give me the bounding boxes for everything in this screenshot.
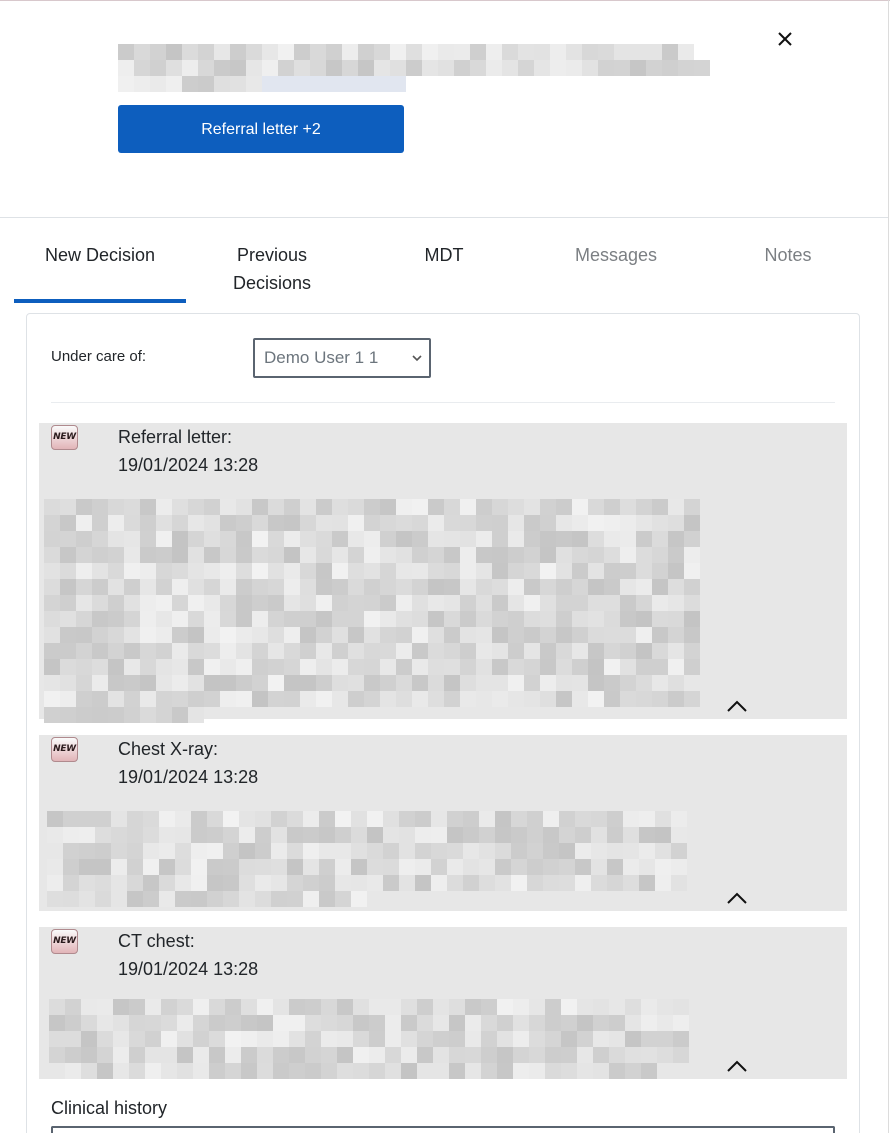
new-badge-icon: NEW bbox=[51, 737, 78, 762]
new-badge-icon: NEW bbox=[51, 425, 78, 450]
document-chest-xray: NEW Chest X-ray: 19/01/2024 13:28 bbox=[39, 735, 847, 911]
referral-letter-button[interactable]: Referral letter +2 bbox=[118, 105, 404, 153]
tab-previous-decisions[interactable]: Previous Decisions bbox=[186, 219, 358, 303]
section-divider bbox=[51, 402, 835, 403]
chevron-up-icon[interactable] bbox=[725, 890, 749, 906]
new-badge-icon: NEW bbox=[51, 929, 78, 954]
chevron-up-icon[interactable] bbox=[725, 698, 749, 714]
document-title: CT chest: bbox=[118, 931, 195, 951]
close-button[interactable] bbox=[771, 25, 799, 53]
document-date: 19/01/2024 13:28 bbox=[118, 767, 259, 787]
close-icon bbox=[778, 32, 792, 46]
clinical-history-input[interactable] bbox=[51, 1126, 835, 1133]
under-care-value: Demo User 1 1 bbox=[264, 348, 379, 367]
tab-new-decision[interactable]: New Decision bbox=[14, 219, 186, 303]
document-referral-letter: NEW Referral letter: 19/01/2024 13:28 bbox=[39, 423, 847, 723]
document-ct-chest: NEW CT chest: 19/01/2024 13:28 bbox=[39, 927, 847, 1079]
document-title: Referral letter: bbox=[118, 427, 233, 447]
window-right-border bbox=[888, 0, 889, 1133]
redacted-document-text bbox=[49, 999, 689, 1079]
redacted-document-text bbox=[44, 499, 700, 723]
redacted-document-text bbox=[47, 811, 687, 907]
tab-mdt[interactable]: MDT bbox=[358, 219, 530, 303]
under-care-label: Under care of: bbox=[51, 348, 147, 365]
tab-notes[interactable]: Notes bbox=[702, 219, 874, 303]
chevron-up-icon[interactable] bbox=[725, 1058, 749, 1074]
tab-messages[interactable]: Messages bbox=[530, 219, 702, 303]
clinical-history-label: Clinical history bbox=[51, 1098, 168, 1118]
modal-header: Referral letter +2 bbox=[0, 1, 888, 218]
document-title: Chest X-ray: bbox=[118, 739, 219, 759]
redacted-patient-details bbox=[118, 44, 710, 92]
document-date: 19/01/2024 13:28 bbox=[118, 959, 259, 979]
document-date: 19/01/2024 13:28 bbox=[118, 455, 259, 475]
tab-bar: New Decision Previous Decisions MDT Mess… bbox=[14, 219, 874, 303]
under-care-select[interactable]: Demo User 1 1 bbox=[253, 338, 431, 378]
chevron-down-icon bbox=[412, 355, 422, 362]
